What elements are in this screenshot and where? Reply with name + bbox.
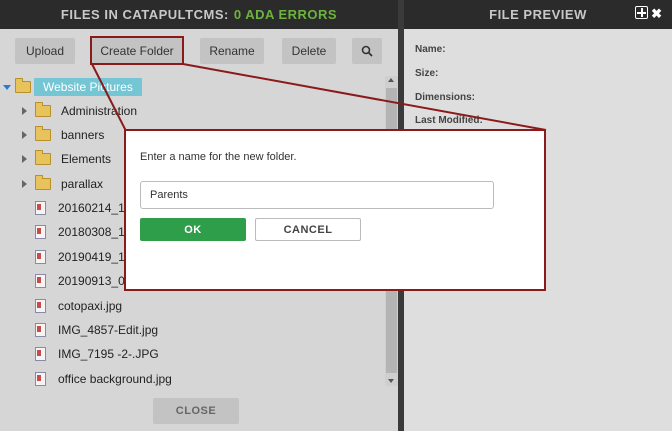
name-label: Name:: [415, 44, 446, 55]
tree-file-item[interactable]: cotopaxi.jpg: [35, 296, 122, 316]
folder-label[interactable]: banners: [61, 128, 104, 142]
folder-label[interactable]: Administration: [61, 104, 137, 118]
root-folder-label[interactable]: Website Pictures: [34, 78, 142, 96]
folder-icon: [35, 126, 51, 141]
file-label[interactable]: IMG_4857-Edit.jpg: [58, 323, 158, 337]
search-button[interactable]: [352, 38, 382, 64]
image-file-icon: [35, 274, 46, 288]
upload-button[interactable]: Upload: [15, 38, 75, 64]
tree-file-item[interactable]: IMG_4857-Edit.jpg: [35, 320, 158, 340]
dialog-message: Enter a name for the new folder.: [140, 151, 297, 163]
folder-icon: [15, 78, 31, 93]
close-icon[interactable]: ✖: [651, 6, 662, 22]
tree-folder-item[interactable]: banners: [22, 125, 104, 145]
image-file-icon: [35, 225, 46, 239]
dimensions-label: Dimensions:: [415, 92, 476, 103]
collapsed-caret-icon[interactable]: [22, 180, 27, 188]
tree-file-item[interactable]: 20190913_07: [35, 271, 131, 291]
tree-file-item[interactable]: office background.jpg: [35, 369, 172, 386]
image-file-icon: [35, 299, 46, 313]
tree-file-item[interactable]: 20190419_19: [35, 247, 131, 267]
ada-status[interactable]: 0 ADA ERRORS: [234, 7, 337, 22]
folder-name-input[interactable]: [140, 181, 494, 209]
new-folder-dialog: Enter a name for the new folder. OK CANC…: [124, 129, 546, 291]
folder-icon: [35, 150, 51, 165]
image-file-icon: [35, 201, 46, 215]
file-manager-header: FILES IN CATAPULTCMS: 0 ADA ERRORS: [0, 0, 398, 29]
folder-icon: [35, 102, 51, 117]
collapsed-caret-icon[interactable]: [22, 155, 27, 163]
file-label[interactable]: cotopaxi.jpg: [58, 299, 122, 313]
preview-title: FILE PREVIEW: [489, 7, 587, 22]
tree-folder-item[interactable]: parallax: [22, 174, 103, 194]
size-label: Size:: [415, 68, 439, 79]
folder-label[interactable]: Elements: [61, 152, 111, 166]
scroll-down-icon[interactable]: [388, 379, 394, 383]
tree-root[interactable]: Website Pictures: [3, 77, 142, 97]
create-folder-highlight: [90, 36, 184, 65]
file-label[interactable]: 20190913_07: [58, 274, 131, 288]
folder-label[interactable]: parallax: [61, 177, 103, 191]
scroll-up-icon[interactable]: [388, 78, 394, 82]
tree-folder-item[interactable]: Administration: [22, 101, 137, 121]
file-label[interactable]: 20160214_17: [58, 201, 131, 215]
folder-icon: [35, 175, 51, 190]
tree-file-item[interactable]: 20160214_17: [35, 198, 131, 218]
image-file-icon: [35, 323, 46, 337]
delete-button[interactable]: Delete: [282, 38, 336, 64]
window-controls: ✖: [635, 6, 662, 22]
cancel-button[interactable]: CANCEL: [255, 218, 361, 241]
last-modified-label: Last Modified:: [415, 115, 483, 126]
file-label[interactable]: office background.jpg: [58, 372, 172, 386]
collapsed-caret-icon[interactable]: [22, 131, 27, 139]
file-label[interactable]: 20180308_13: [58, 225, 131, 239]
collapsed-caret-icon[interactable]: [22, 107, 27, 115]
tree-file-item[interactable]: IMG_7195 -2-.JPG: [35, 344, 159, 364]
expanded-caret-icon[interactable]: [3, 84, 11, 90]
image-file-icon: [35, 372, 46, 386]
header-title: FILES IN CATAPULTCMS:: [60, 7, 229, 22]
file-label[interactable]: 20190419_19: [58, 250, 131, 264]
image-file-icon: [35, 250, 46, 264]
search-icon: [361, 45, 373, 57]
tree-file-item[interactable]: 20180308_13: [35, 222, 131, 242]
rename-button[interactable]: Rename: [200, 38, 264, 64]
file-label[interactable]: IMG_7195 -2-.JPG: [58, 347, 159, 361]
image-file-icon: [35, 347, 46, 361]
tree-folder-item[interactable]: Elements: [22, 149, 111, 169]
ok-button[interactable]: OK: [140, 218, 246, 241]
expand-icon[interactable]: [635, 6, 649, 19]
file-preview-header: FILE PREVIEW: [404, 0, 672, 29]
close-button[interactable]: CLOSE: [153, 398, 239, 424]
